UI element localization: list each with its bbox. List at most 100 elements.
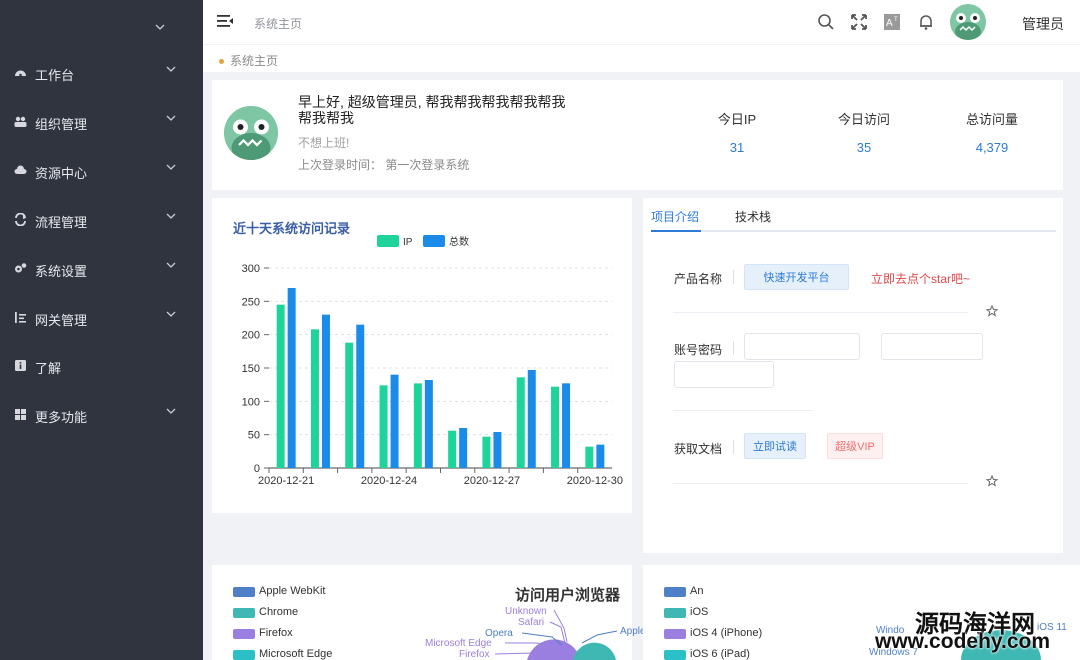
sidebar-item-label: 流程管理: [35, 215, 88, 230]
sidebar-header: [0, 0, 203, 58]
chevron-down-icon: [166, 66, 176, 72]
pie-slice[interactable]: [573, 642, 616, 660]
bar-2020-12-28-IP: [516, 377, 525, 468]
tag-label: 系统主页: [230, 54, 279, 68]
visits-chart-card: 近十天系统访问记录 0 50 100 150 200 250 300 2020-12-21 20…: [212, 198, 632, 513]
x-tick-label: 2020-12-27: [464, 475, 520, 487]
bell-icon[interactable]: [917, 13, 935, 31]
motto-text: 不想上班!: [298, 136, 350, 150]
star-link[interactable]: 立即去点个star吧~: [871, 270, 970, 287]
tab-tech-stack[interactable]: 技术栈: [735, 208, 771, 225]
bar-2020-12-24-IP: [379, 385, 388, 468]
stat-total-visits: 总访问量 4,379: [942, 109, 1042, 155]
divider: [673, 410, 813, 411]
last-login-text: 上次登录时间： 第一次登录系统: [298, 158, 470, 172]
pie-label: Firefox: [459, 649, 490, 660]
extra-input[interactable]: [674, 361, 774, 388]
avatar: [224, 106, 278, 160]
tab-project-intro[interactable]: 项目介绍: [651, 208, 699, 225]
sidebar-item-workbench[interactable]: 工作台: [0, 56, 203, 90]
chevron-down-icon: [166, 262, 176, 268]
y-tick-label: 0: [254, 463, 260, 475]
bar-2020-12-21-总数: [287, 288, 296, 468]
gears-icon: [15, 263, 27, 273]
dashboard-icon: [15, 70, 26, 77]
bar-2020-12-21-IP: [276, 304, 285, 468]
username[interactable]: 管理员: [1022, 14, 1064, 34]
refresh-icon: [15, 213, 26, 226]
svg-text:A: A: [886, 18, 893, 29]
gateway-icon: [15, 312, 26, 323]
sidebar-item-label: 资源中心: [35, 166, 88, 181]
try-read-button[interactable]: 立即试读: [744, 433, 806, 459]
bar-2020-12-29-IP: [551, 386, 560, 468]
bar-2020-12-30-总数: [596, 444, 605, 468]
info-icon: [15, 360, 26, 371]
sidebar-item-label: 更多功能: [35, 410, 88, 425]
y-tick-label: 250: [242, 296, 260, 308]
sidebar-item-resources[interactable]: 资源中心: [0, 154, 203, 188]
sidebar-item-gateway[interactable]: 网关管理: [0, 301, 203, 335]
x-tick-label: 2020-12-24: [361, 475, 417, 487]
stat-value: 35: [856, 140, 872, 155]
sidebar-item-organization[interactable]: 组织管理: [0, 105, 203, 139]
stat-label: 今日IP: [717, 112, 757, 127]
bar-2020-12-26-IP: [448, 430, 457, 468]
breadcrumb[interactable]: 系统主页: [254, 15, 302, 32]
sidebar: 工作台 组织管理 资源中心 流程管理 系统设置 网关管理 了解 更多功能: [0, 0, 203, 660]
bar-2020-12-23-总数: [356, 324, 365, 468]
search-icon[interactable]: [817, 13, 835, 31]
bar-2020-12-22-总数: [321, 314, 330, 468]
label-leader: [581, 630, 618, 644]
pie-label: iOS 11: [1037, 622, 1067, 633]
sidebar-item-workflow[interactable]: 流程管理: [0, 203, 203, 237]
bar-2020-12-29-总数: [562, 383, 571, 468]
cloud-icon: [14, 165, 27, 174]
bar-2020-12-27-总数: [493, 432, 502, 468]
password-input[interactable]: [881, 333, 983, 360]
avatar[interactable]: [950, 4, 986, 40]
sidebar-item-label: 工作台: [35, 68, 75, 83]
active-dot-icon: [219, 59, 224, 65]
pie-label: Windows 7: [869, 647, 918, 658]
super-vip-button[interactable]: 超级VIP: [827, 433, 883, 459]
fullscreen-icon[interactable]: [850, 13, 868, 31]
y-tick-label: 300: [242, 263, 260, 275]
chevron-down-icon[interactable]: [155, 22, 165, 32]
font-size-icon[interactable]: AT: [883, 13, 901, 31]
y-tick-label: 200: [242, 330, 260, 342]
pie-slice[interactable]: [961, 630, 1041, 660]
sidebar-item-settings[interactable]: 系统设置: [0, 252, 203, 286]
browser-chart-card: Apple WebKit Chrome Firefox Microsoft Ed…: [212, 565, 680, 660]
account-password-label: 账号密码: [674, 343, 723, 357]
project-tabs: 项目介绍 技术栈: [651, 206, 1056, 232]
os-pie-chart: [961, 630, 1041, 660]
y-tick-label: 150: [242, 363, 260, 375]
product-name-tag[interactable]: 快速开发平台: [744, 264, 849, 290]
get-docs-label: 获取文档: [674, 442, 723, 456]
svg-text:T: T: [894, 17, 898, 23]
stat-value: 31: [729, 140, 745, 155]
tab-tag-home[interactable]: 系统主页: [219, 52, 278, 69]
sidebar-item-label: 系统设置: [35, 264, 88, 279]
menu-toggle-icon[interactable]: [217, 14, 233, 28]
star-icon[interactable]: [986, 305, 998, 317]
sidebar-item-about[interactable]: 了解: [0, 349, 203, 383]
bar-2020-12-26-总数: [459, 428, 468, 468]
account-input[interactable]: [744, 333, 860, 360]
divider: [733, 341, 734, 355]
project-card: 项目介绍 技术栈 产品名称 快速开发平台 立即去点个star吧~ 账号密码 获取…: [643, 198, 1063, 553]
divider: [733, 440, 734, 454]
visits-bar-chart: 0 50 100 150 200 250 300 2020-12-21 2020-12-24 20…: [242, 235, 623, 487]
tab-active-indicator: [651, 230, 701, 232]
star-icon[interactable]: [986, 475, 998, 487]
stat-value: 4,379: [975, 140, 1009, 155]
sidebar-item-more[interactable]: 更多功能: [0, 398, 203, 432]
bar-2020-12-24-总数: [390, 374, 399, 468]
bar-2020-12-27-IP: [482, 436, 491, 468]
label-leader: [553, 609, 568, 643]
sidebar-item-label: 了解: [35, 361, 62, 376]
bar-2020-12-23-IP: [345, 342, 354, 468]
x-tick-label: 2020-12-21: [258, 475, 314, 487]
chevron-down-icon: [166, 164, 176, 170]
